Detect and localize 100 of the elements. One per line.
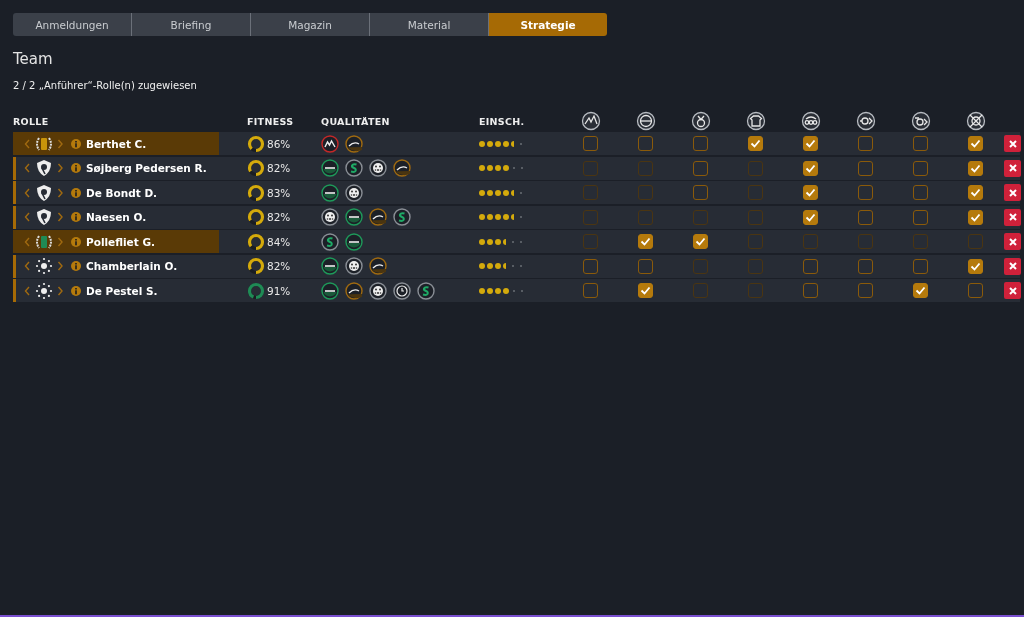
checkbox[interactable]	[693, 160, 708, 176]
checkbox[interactable]	[803, 136, 818, 151]
chevron-left-icon[interactable]	[24, 187, 31, 198]
section-title: Team	[13, 50, 54, 68]
check-icon	[970, 163, 981, 173]
checkbox[interactable]	[803, 258, 818, 274]
info-icon[interactable]	[71, 163, 81, 173]
info-icon[interactable]	[71, 187, 81, 198]
checkbox[interactable]	[968, 258, 983, 274]
chevron-left-icon[interactable]	[24, 236, 31, 247]
tab[interactable]: Magazin	[250, 13, 369, 36]
chevron-left-icon[interactable]	[24, 285, 31, 296]
fitness-value: 82%	[267, 162, 291, 174]
checkbox[interactable]	[968, 209, 983, 225]
rider-name: De Pestel S.	[86, 284, 158, 297]
checkbox[interactable]	[638, 283, 653, 298]
info-icon[interactable]	[71, 285, 81, 296]
fitness-ring	[247, 208, 265, 226]
chevron-right-icon[interactable]	[57, 138, 64, 149]
info-icon[interactable]	[71, 212, 81, 222]
remove-button[interactable]	[1004, 233, 1021, 250]
checkbox[interactable]	[803, 160, 818, 176]
checkbox[interactable]	[858, 283, 873, 298]
checkbox[interactable]	[858, 185, 873, 200]
fitness-ring	[247, 257, 265, 275]
check-icon	[970, 188, 981, 197]
checkbox[interactable]	[858, 209, 873, 225]
remove-button[interactable]	[1004, 257, 1021, 275]
fitness-value: 82%	[267, 260, 291, 272]
fitness-value: 86%	[267, 137, 291, 150]
checkbox[interactable]	[583, 258, 598, 274]
chevron-right-icon[interactable]	[57, 261, 64, 271]
checkbox[interactable]	[693, 136, 708, 151]
chevron-left-icon[interactable]	[24, 212, 31, 222]
check-icon	[805, 139, 816, 148]
chevron-right-icon[interactable]	[57, 212, 64, 222]
close-icon	[1008, 188, 1017, 197]
checkbox[interactable]	[968, 283, 983, 298]
tab[interactable]: Briefing	[131, 13, 250, 36]
checkbox[interactable]	[638, 234, 653, 249]
rider-name: Chamberlain O.	[86, 260, 178, 272]
remove-button[interactable]	[1004, 135, 1021, 152]
remove-button[interactable]	[1004, 208, 1021, 226]
chevron-right-icon[interactable]	[57, 285, 64, 296]
checkbox[interactable]	[693, 185, 708, 200]
tab[interactable]: Anmeldungen	[13, 13, 131, 36]
checkbox[interactable]	[803, 209, 818, 225]
info-icon[interactable]	[71, 261, 81, 271]
checkbox[interactable]	[858, 136, 873, 151]
remove-button[interactable]	[1004, 184, 1021, 201]
checkbox[interactable]	[858, 160, 873, 176]
checkbox[interactable]	[858, 258, 873, 274]
checkbox[interactable]	[583, 283, 598, 298]
rider-name: Søjberg Pedersen R.	[86, 162, 207, 174]
check-icon	[805, 188, 816, 197]
checkbox[interactable]	[803, 185, 818, 200]
checkbox[interactable]	[968, 136, 983, 151]
column-header: EINSCH.	[479, 115, 526, 127]
chevron-left-icon[interactable]	[24, 261, 31, 271]
check-icon	[695, 237, 706, 246]
chevron-right-icon[interactable]	[57, 163, 64, 173]
tab[interactable]: Material	[369, 13, 488, 36]
checkbox[interactable]	[638, 136, 653, 151]
close-icon	[1008, 164, 1017, 172]
check-icon	[640, 286, 651, 295]
checkbox[interactable]	[913, 283, 928, 298]
chevron-right-icon[interactable]	[57, 187, 64, 198]
checkbox[interactable]	[583, 136, 598, 151]
check-icon	[970, 212, 981, 222]
column-header: QUALITÄTEN	[321, 115, 391, 127]
info-icon[interactable]	[71, 138, 81, 149]
checkbox[interactable]	[968, 185, 983, 200]
checkbox[interactable]	[913, 160, 928, 176]
checkbox[interactable]	[638, 258, 653, 274]
fitness-ring	[247, 159, 265, 177]
info-icon[interactable]	[71, 236, 81, 247]
checkbox[interactable]	[913, 209, 928, 225]
rider-name: Berthet C.	[86, 137, 147, 150]
tab[interactable]: Strategie	[488, 13, 607, 36]
checkbox[interactable]	[913, 258, 928, 274]
remove-button[interactable]	[1004, 159, 1021, 177]
check-icon	[640, 237, 651, 246]
remove-button[interactable]	[1004, 282, 1021, 299]
fitness-ring	[247, 183, 265, 202]
checkbox[interactable]	[913, 136, 928, 151]
checkbox[interactable]	[693, 234, 708, 249]
chevron-left-icon[interactable]	[24, 138, 31, 149]
checkbox[interactable]	[748, 136, 763, 151]
check-icon	[805, 163, 816, 173]
checkbox[interactable]	[913, 185, 928, 200]
chevron-left-icon[interactable]	[24, 163, 31, 173]
check-icon	[915, 286, 926, 295]
checkbox[interactable]	[803, 283, 818, 298]
close-icon	[1008, 262, 1017, 270]
close-icon	[1008, 286, 1017, 295]
rider-name: Pollefliet G.	[86, 235, 155, 248]
close-icon	[1008, 237, 1017, 246]
chevron-right-icon[interactable]	[57, 236, 64, 247]
fitness-value: 83%	[267, 186, 291, 199]
checkbox[interactable]	[968, 160, 983, 176]
